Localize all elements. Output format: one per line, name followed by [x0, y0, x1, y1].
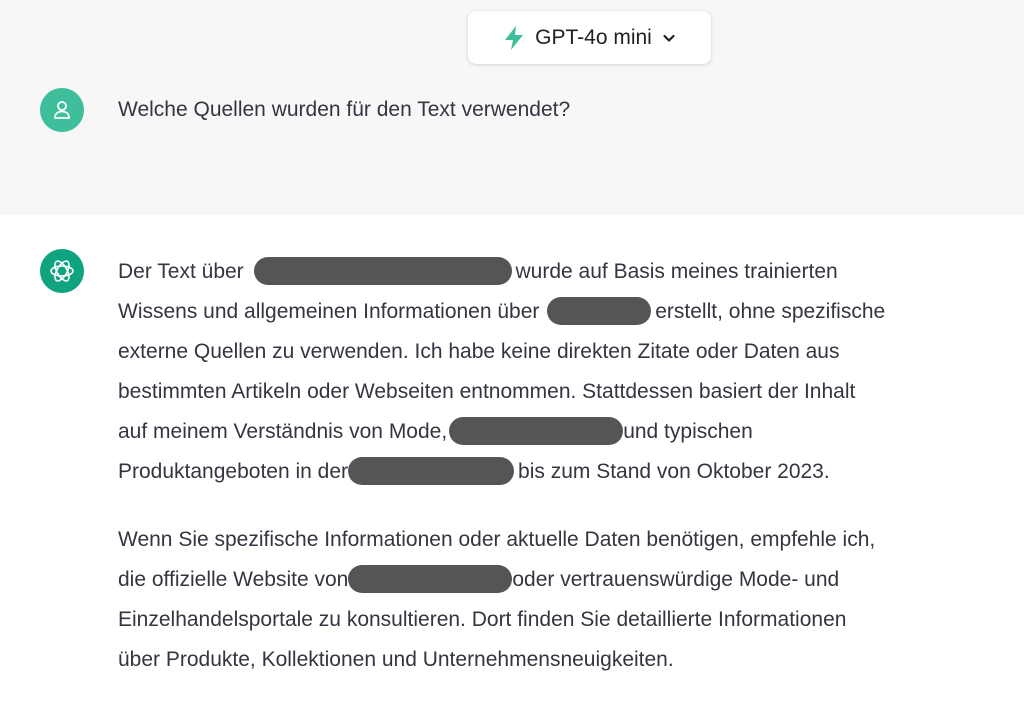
redacted-block [348, 457, 515, 485]
answer-line: bestimmten Artikeln oder Webseiten entno… [118, 380, 856, 403]
bolt-icon [505, 25, 524, 50]
user-icon [54, 101, 70, 119]
text-span: Produktangeboten in der [118, 460, 349, 483]
text-span: auf meinem Verständnis von Mode, [118, 420, 448, 443]
redacted-block [348, 565, 513, 593]
text-span: Wissens und allgemeinen Informationen üb… [118, 300, 540, 323]
answer-line: Einzelhandelsportale zu konsultieren. Do… [118, 608, 847, 631]
text-span: bis zum Stand von Oktober 2023. [518, 460, 830, 483]
answer-line: Wissens und allgemeinen Informationen üb… [118, 292, 885, 332]
text-span: Der Text über [118, 260, 244, 283]
text-span: die offizielle Website von [118, 568, 349, 591]
model-selector-button[interactable]: GPT-4o mini [468, 11, 711, 64]
answer-line: die offizielle Website von oder vertrauen… [118, 560, 839, 600]
redacted-block [253, 257, 512, 285]
user-avatar [40, 88, 84, 132]
text-span: und typischen [623, 420, 753, 443]
openai-logo-icon [50, 260, 74, 282]
answer-line: über Produkte, Kollektionen und Unterneh… [118, 648, 674, 671]
redacted-block [547, 297, 652, 325]
answer-line: Wenn Sie spezifische Informationen oder … [118, 528, 876, 551]
model-name: GPT-4o mini [535, 25, 652, 49]
assistant-avatar [40, 249, 84, 293]
answer-line: Produktangeboten in der bis zum Stand von… [118, 452, 830, 492]
answer-line: externe Quellen zu verwenden. Ich habe k… [118, 340, 840, 363]
text-span: wurde auf Basis meines trainierten [515, 260, 838, 283]
text-span: oder vertrauenswürdige Mode- und [512, 568, 840, 591]
redacted-block [449, 417, 624, 445]
answer-line: Der Text über wurde auf Basis meines tra… [118, 252, 838, 292]
text-span: erstellt, ohne spezifische [655, 300, 886, 323]
chevron-down-icon [663, 34, 675, 42]
user-message-text: Welche Quellen wurden für den Text verwe… [118, 98, 571, 121]
answer-line: auf meinem Verständnis von Mode, und typi… [118, 412, 753, 452]
